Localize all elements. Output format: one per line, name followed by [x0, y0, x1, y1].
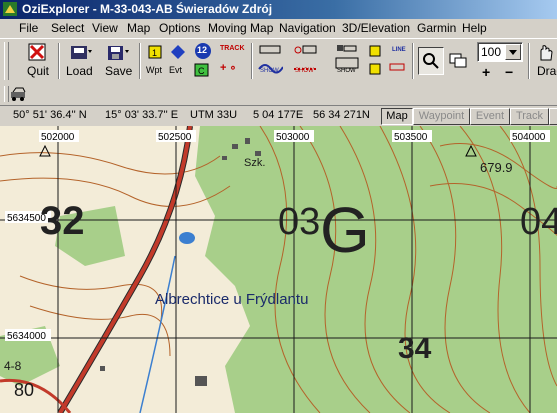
- position-bar: 50° 51' 36.4'' N 15° 03' 33.7'' E UTM 33…: [0, 106, 557, 125]
- moving-map-icon[interactable]: [10, 86, 28, 102]
- load-label: Load: [66, 64, 93, 78]
- main-toolbar: Quit Load Save 1 Wpt Evt 12 C TRACK + ∘ …: [0, 38, 557, 84]
- add-event-button[interactable]: Evt: [167, 41, 189, 81]
- show-label-3: SHOW: [337, 68, 356, 74]
- easting-readout: 5 04 177E: [253, 109, 304, 121]
- show-waypoints-button[interactable]: SHOW: [255, 41, 285, 81]
- zoom-level-select[interactable]: 100: [477, 42, 523, 62]
- load-button[interactable]: Load: [64, 41, 98, 81]
- menu-map[interactable]: Map: [127, 21, 150, 35]
- app-icon: [3, 2, 17, 16]
- mode-map-button[interactable]: Map: [381, 108, 413, 125]
- northing-readout: 56 34 271N: [313, 109, 370, 121]
- show-tracks-button[interactable]: SHOW: [332, 41, 362, 81]
- sheet-number-04: 04: [520, 201, 557, 243]
- save-label: Save: [105, 64, 133, 78]
- event-diamond-icon: [171, 45, 185, 59]
- mode-waypoint-button[interactable]: Waypoint: [413, 108, 470, 125]
- evt-label: Evt: [169, 65, 183, 75]
- sheet-letter-g: G: [320, 194, 370, 266]
- magnifier-icon: [423, 53, 439, 69]
- menu-view[interactable]: View: [92, 21, 118, 35]
- corner-text-label: 4-8: [4, 359, 22, 373]
- map-view[interactable]: 502000 502500 503000 503500 504000 56345…: [0, 126, 557, 413]
- zoom-level-value: 100: [481, 45, 502, 59]
- longitude-readout: 15° 03' 33.7'' E: [105, 109, 179, 121]
- track-button[interactable]: TRACK + ∘: [216, 41, 250, 81]
- toolbar2-grip[interactable]: [4, 86, 9, 102]
- quit-label: Quit: [27, 64, 50, 78]
- menu-bar: File Select View Map Options Moving Map …: [0, 19, 557, 38]
- zoom-in-icon[interactable]: +: [482, 64, 490, 80]
- wpt-label: Wpt: [146, 65, 163, 75]
- save-button[interactable]: Save: [103, 41, 137, 81]
- map-list-button[interactable]: [446, 47, 470, 73]
- drag-button[interactable]: Drag: [533, 41, 557, 81]
- pond: [179, 232, 195, 244]
- svg-text:1: 1: [152, 48, 157, 58]
- mode-overflow-button[interactable]: [549, 108, 557, 125]
- menu-moving-map[interactable]: Moving Map: [208, 21, 273, 35]
- secondary-toolbar: [0, 83, 557, 106]
- drag-label: Drag: [537, 64, 557, 78]
- topographic-map[interactable]: 502000 502500 503000 503500 504000 56345…: [0, 126, 557, 413]
- easting-label-4: 503500: [394, 132, 428, 143]
- title-bar: OziExplorer - M-33-043-AB Świeradów Zdró…: [0, 0, 557, 19]
- quit-button[interactable]: Quit: [24, 41, 52, 81]
- sheet-number-32: 32: [40, 199, 85, 243]
- windows-icon: [449, 53, 467, 68]
- show-events-button[interactable]: SHOW: [290, 41, 320, 81]
- sheet-number-03: 03: [278, 201, 320, 243]
- open-folder-icon: [71, 46, 92, 59]
- show-label-2: SHOW: [295, 68, 314, 74]
- menu-navigation[interactable]: Navigation: [279, 21, 336, 35]
- toolbar-grip[interactable]: [4, 42, 9, 80]
- menu-options[interactable]: Options: [159, 21, 200, 35]
- village-label: Szk.: [244, 157, 265, 169]
- mode-track-button[interactable]: Track: [510, 108, 549, 125]
- mode-event-button[interactable]: Event: [470, 108, 510, 125]
- spot-height-label: 679.9: [480, 160, 513, 175]
- track-label: TRACK: [220, 45, 245, 52]
- waypoint-count-badge: 12: [197, 45, 208, 55]
- show-label-1: SHOW: [260, 68, 279, 74]
- latitude-readout: 50° 51' 36.4'' N: [13, 109, 87, 121]
- northing-label-2: 5634000: [7, 331, 46, 342]
- line-tools-button[interactable]: LINE: [366, 41, 408, 81]
- easting-label-2: 502500: [158, 132, 192, 143]
- waypoint-list-button[interactable]: 12 C: [191, 41, 215, 81]
- svg-text:C: C: [198, 66, 205, 76]
- green-c-icon: C: [194, 63, 209, 77]
- zoom-out-icon[interactable]: −: [505, 64, 513, 80]
- floppy-disk-icon: [108, 46, 129, 60]
- hand-icon: [540, 45, 553, 61]
- menu-garmin[interactable]: Garmin: [417, 21, 456, 35]
- menu-3d-elevation[interactable]: 3D/Elevation: [342, 21, 410, 35]
- add-waypoint-button[interactable]: 1 Wpt: [144, 41, 166, 81]
- easting-label-5: 504000: [512, 132, 546, 143]
- track-plus-icon: + ∘: [220, 62, 237, 74]
- quit-icon: [28, 43, 46, 61]
- place-name-label: Albrechtice u Frýdlantu: [155, 291, 308, 308]
- sheet-number-34: 34: [398, 332, 432, 365]
- menu-help[interactable]: Help: [462, 21, 487, 35]
- menu-file[interactable]: File: [19, 21, 38, 35]
- window-title: OziExplorer - M-33-043-AB Świeradów Zdró…: [22, 2, 273, 16]
- easting-label-3: 503000: [276, 132, 310, 143]
- corner-number-label: 80: [14, 380, 34, 400]
- waypoint-icon: 1: [148, 45, 162, 59]
- chevron-down-icon[interactable]: [505, 44, 521, 60]
- zoom-tool-button[interactable]: [418, 47, 444, 75]
- line-label: LINE: [392, 47, 406, 53]
- easting-label-1: 502000: [41, 132, 75, 143]
- menu-select[interactable]: Select: [51, 21, 84, 35]
- utm-zone-readout: UTM 33U: [190, 109, 238, 121]
